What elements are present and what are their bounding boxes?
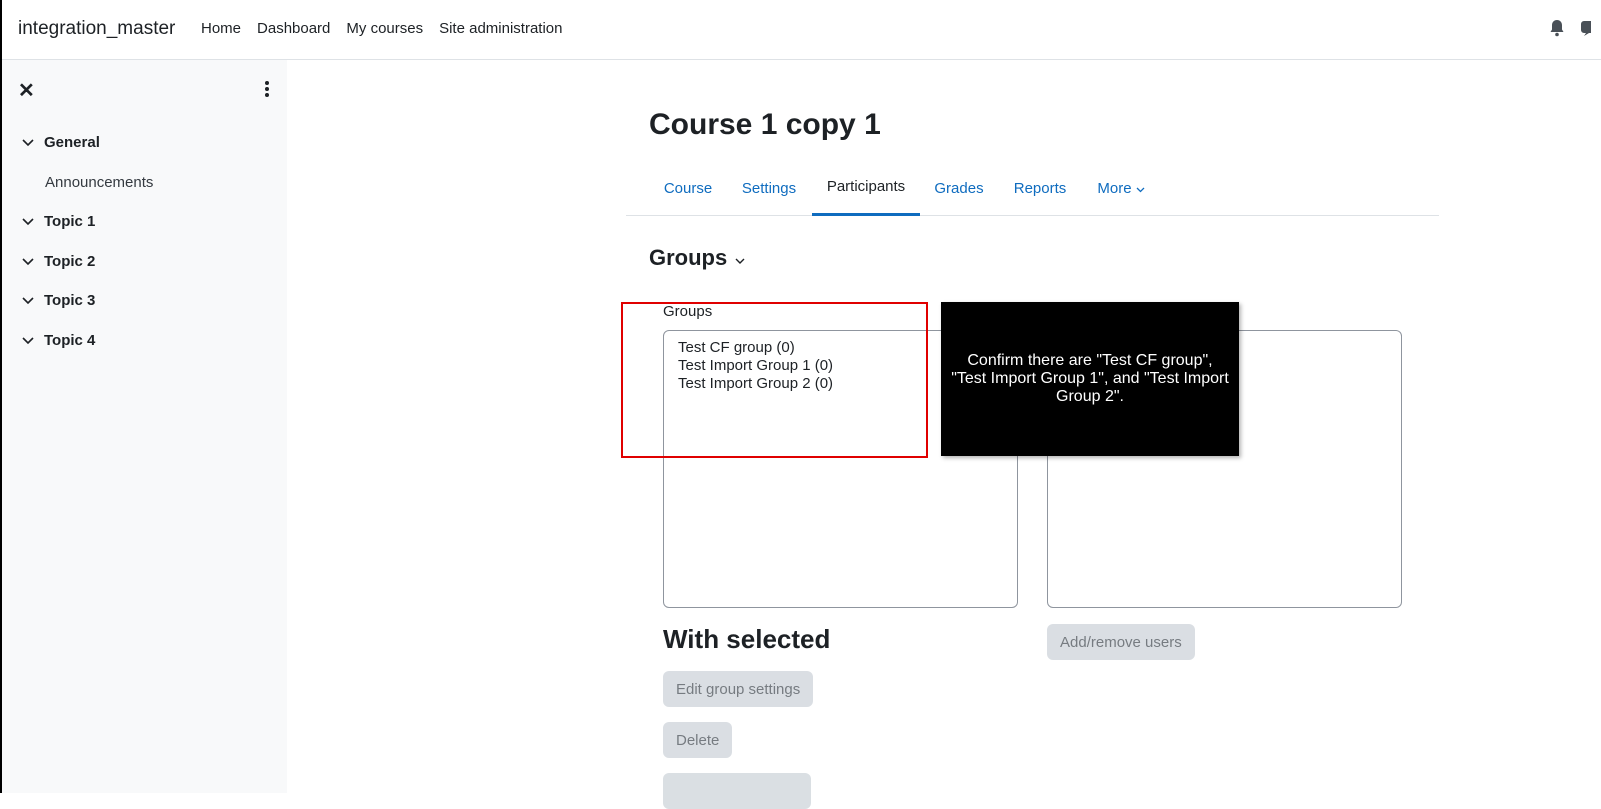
- sidebar-section-label: Topic 3: [44, 292, 96, 309]
- page-title: Course 1 copy 1: [649, 108, 881, 141]
- groups-list-label: Groups: [663, 303, 713, 320]
- tab-more[interactable]: More: [1086, 160, 1156, 216]
- instruction-text: Confirm there are "Test CF group", "Test…: [951, 352, 1229, 405]
- chevron-down-icon: [22, 332, 44, 349]
- tab-grades[interactable]: Grades: [924, 160, 994, 216]
- kebab-menu-icon[interactable]: [257, 78, 277, 102]
- with-selected-heading: With selected: [663, 624, 831, 654]
- sidebar-section-label: General: [44, 134, 100, 151]
- edit-group-settings-button[interactable]: Edit group settings: [663, 671, 814, 707]
- next-action-button[interactable]: [663, 773, 811, 809]
- sidebar-section-label: Topic 2: [44, 253, 96, 270]
- primary-navigation: Home Dashboard My courses Site administr…: [201, 20, 579, 37]
- chevron-down-icon: [22, 134, 44, 151]
- groups-heading-dropdown[interactable]: Groups: [649, 245, 745, 271]
- bell-icon[interactable]: [1547, 18, 1567, 38]
- add-remove-users-button[interactable]: Add/remove users: [1047, 624, 1195, 660]
- tab-participants[interactable]: Participants: [812, 160, 920, 216]
- nav-dashboard[interactable]: Dashboard: [257, 20, 330, 37]
- sidebar-section-topic-4[interactable]: Topic 4: [22, 332, 95, 349]
- sidebar-section-label: Topic 4: [44, 332, 96, 349]
- tab-reports[interactable]: Reports: [1004, 160, 1076, 216]
- sidebar-section-topic-1[interactable]: Topic 1: [22, 213, 95, 230]
- nav-my-courses[interactable]: My courses: [346, 20, 423, 37]
- instruction-tooltip: Confirm there are "Test CF group", "Test…: [941, 302, 1239, 456]
- tab-settings[interactable]: Settings: [730, 160, 808, 216]
- top-navbar: integration_master Home Dashboard My cou…: [2, 0, 1601, 60]
- chevron-down-icon: [1136, 180, 1145, 197]
- chevron-down-icon: [22, 292, 44, 309]
- sidebar-section-topic-3[interactable]: Topic 3: [22, 292, 95, 309]
- chevron-down-icon: [22, 253, 44, 270]
- delete-button[interactable]: Delete: [663, 722, 733, 758]
- tab-more-label: More: [1097, 179, 1132, 197]
- sidebar-section-label: Topic 1: [44, 213, 96, 230]
- chevron-down-icon: [22, 213, 44, 230]
- sidebar-section-general[interactable]: General: [22, 134, 100, 151]
- chevron-down-icon: [735, 245, 745, 271]
- nav-home[interactable]: Home: [201, 20, 241, 37]
- chat-icon[interactable]: [1581, 18, 1601, 38]
- groups-heading-label: Groups: [649, 245, 728, 270]
- close-icon[interactable]: ✕: [18, 78, 35, 103]
- secondary-navigation: Course Settings Participants Grades Repo…: [626, 160, 1439, 216]
- tab-course[interactable]: Course: [650, 160, 726, 216]
- sidebar-section-topic-2[interactable]: Topic 2: [22, 253, 95, 270]
- course-index-drawer: ✕ General Announcements Topic 1 Topic 2 …: [2, 60, 287, 793]
- nav-site-administration[interactable]: Site administration: [439, 20, 562, 37]
- navbar-icons: [1547, 18, 1601, 38]
- sidebar-item-announcements[interactable]: Announcements: [45, 174, 153, 191]
- site-brand[interactable]: integration_master: [18, 18, 175, 40]
